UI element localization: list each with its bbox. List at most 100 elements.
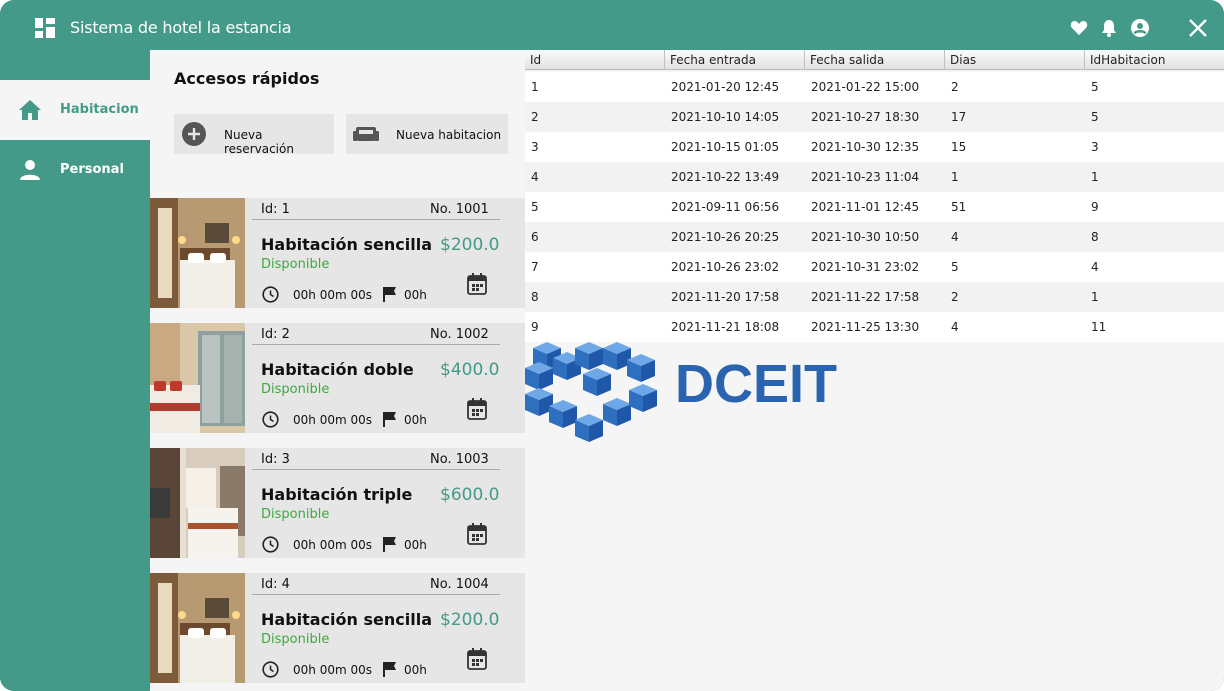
sofa-icon bbox=[352, 122, 380, 146]
table-cell: 1 bbox=[951, 170, 959, 184]
room-number: No. 1002 bbox=[430, 327, 489, 342]
dashboard-icon bbox=[35, 18, 55, 38]
room-timer: 00h 00m 00s bbox=[293, 663, 372, 677]
table-header: Id Fecha entrada Fecha salida Dias IdHab… bbox=[525, 50, 1224, 70]
close-icon[interactable] bbox=[1188, 18, 1208, 38]
table-cell: 2021-11-22 17:58 bbox=[811, 290, 920, 304]
room-timer: 00h 00m 00s bbox=[293, 538, 372, 552]
dceit-logo: DCEIT bbox=[525, 342, 865, 452]
sidebar-item-habitacion[interactable]: Habitacion bbox=[0, 80, 150, 140]
heart-icon[interactable] bbox=[1069, 18, 1089, 38]
table-row[interactable]: 3 2021-10-15 01:05 2021-10-30 12:35 15 3 bbox=[525, 132, 1224, 162]
sidebar-item-label: Personal bbox=[60, 162, 124, 177]
table-cell: 3 bbox=[531, 140, 539, 154]
table-cell: 2021-01-20 12:45 bbox=[671, 80, 780, 94]
left-panel: Accesos rápidos Nueva reservación Nueva … bbox=[150, 50, 525, 691]
room-status: Disponible bbox=[261, 507, 330, 522]
room-name: Habitación sencilla bbox=[261, 610, 432, 629]
table-cell: 1 bbox=[1091, 170, 1099, 184]
room-photo bbox=[150, 573, 245, 683]
clock-icon bbox=[262, 536, 279, 553]
room-price: $600.0 bbox=[440, 485, 500, 505]
room-hours: 00h bbox=[404, 413, 427, 427]
room-price: $200.0 bbox=[440, 235, 500, 255]
room-price: $400.0 bbox=[440, 360, 500, 380]
table-cell: 1 bbox=[531, 80, 539, 94]
clock-icon bbox=[262, 661, 279, 678]
table-cell: 15 bbox=[951, 140, 967, 154]
room-hours: 00h bbox=[404, 288, 427, 302]
room-price: $200.0 bbox=[440, 610, 500, 630]
table-cell: 2 bbox=[531, 110, 539, 124]
column-header[interactable]: Dias bbox=[945, 50, 1085, 70]
table-cell: 2021-10-26 20:25 bbox=[671, 230, 780, 244]
person-icon bbox=[18, 158, 42, 182]
column-header[interactable]: Id bbox=[525, 50, 665, 70]
flag-icon bbox=[382, 286, 397, 303]
table-row[interactable]: 4 2021-10-22 13:49 2021-10-23 11:04 1 1 bbox=[525, 162, 1224, 192]
table-row[interactable]: 1 2021-01-20 12:45 2021-01-22 15:00 2 5 bbox=[525, 72, 1224, 102]
table-cell: 1 bbox=[1091, 290, 1099, 304]
new-room-button[interactable]: Nueva habitacion bbox=[346, 114, 508, 154]
room-number: No. 1003 bbox=[430, 452, 489, 467]
room-hours: 00h bbox=[404, 538, 427, 552]
account-icon[interactable] bbox=[1130, 18, 1150, 38]
logo-text: DCEIT bbox=[675, 354, 837, 414]
new-reservation-label: Nueva reservación bbox=[224, 128, 294, 156]
sidebar: Habitacion Personal bbox=[0, 50, 150, 691]
column-header[interactable]: Fecha salida bbox=[805, 50, 945, 70]
table-cell: 9 bbox=[531, 320, 539, 334]
calendar-icon[interactable] bbox=[467, 648, 487, 670]
table-cell: 2021-09-11 06:56 bbox=[671, 200, 780, 214]
divider bbox=[252, 594, 500, 595]
calendar-icon[interactable] bbox=[467, 273, 487, 295]
divider bbox=[252, 344, 500, 345]
table-cell: 2021-10-27 18:30 bbox=[811, 110, 920, 124]
app-title: Sistema de hotel la estancia bbox=[70, 18, 292, 37]
room-hours: 00h bbox=[404, 663, 427, 677]
room-card[interactable]: Id: 3 No. 1003 Habitación triple $600.0 … bbox=[150, 448, 525, 558]
column-header[interactable]: IdHabitacion bbox=[1085, 50, 1224, 70]
table-cell: 4 bbox=[951, 230, 959, 244]
table-row[interactable]: 6 2021-10-26 20:25 2021-10-30 10:50 4 8 bbox=[525, 222, 1224, 252]
table-cell: 2021-11-21 18:08 bbox=[671, 320, 780, 334]
table-row[interactable]: 7 2021-10-26 23:02 2021-10-31 23:02 5 4 bbox=[525, 252, 1224, 282]
table-cell: 5 bbox=[1091, 80, 1099, 94]
home-icon bbox=[18, 98, 42, 122]
room-card[interactable]: Id: 2 No. 1002 Habitación doble $400.0 D… bbox=[150, 323, 525, 433]
room-name: Habitación triple bbox=[261, 485, 413, 504]
app-window: Sistema de hotel la estancia Habitacion … bbox=[0, 0, 1224, 691]
room-card[interactable]: Id: 1 No. 1001 Habitación sencilla $200.… bbox=[150, 198, 525, 308]
sidebar-item-personal[interactable]: Personal bbox=[0, 140, 150, 200]
room-status: Disponible bbox=[261, 632, 330, 647]
table-row[interactable]: 5 2021-09-11 06:56 2021-11-01 12:45 51 9 bbox=[525, 192, 1224, 222]
table-cell: 2021-10-22 13:49 bbox=[671, 170, 780, 184]
room-card[interactable]: Id: 4 No. 1004 Habitación sencilla $200.… bbox=[150, 573, 525, 683]
room-number: No. 1004 bbox=[430, 577, 489, 592]
divider bbox=[252, 469, 500, 470]
calendar-icon[interactable] bbox=[467, 523, 487, 545]
new-reservation-button[interactable]: Nueva reservación bbox=[174, 114, 334, 156]
table-cell: 6 bbox=[531, 230, 539, 244]
table-row[interactable]: 2 2021-10-10 14:05 2021-10-27 18:30 17 5 bbox=[525, 102, 1224, 132]
flag-icon bbox=[382, 661, 397, 678]
bell-icon[interactable] bbox=[1099, 18, 1119, 38]
calendar-icon[interactable] bbox=[467, 398, 487, 420]
table-cell: 7 bbox=[531, 260, 539, 274]
reservations-panel: Id Fecha entrada Fecha salida Dias IdHab… bbox=[525, 50, 1224, 691]
table-row[interactable]: 8 2021-11-20 17:58 2021-11-22 17:58 2 1 bbox=[525, 282, 1224, 312]
clock-icon bbox=[262, 286, 279, 303]
room-photo bbox=[150, 198, 245, 308]
table-cell: 8 bbox=[531, 290, 539, 304]
room-timer: 00h 00m 00s bbox=[293, 288, 372, 302]
table-cell: 4 bbox=[1091, 260, 1099, 274]
table-cell: 2021-10-23 11:04 bbox=[811, 170, 920, 184]
table-row[interactable]: 9 2021-11-21 18:08 2021-11-25 13:30 4 11 bbox=[525, 312, 1224, 342]
table-cell: 17 bbox=[951, 110, 967, 124]
sidebar-item-label: Habitacion bbox=[60, 102, 139, 117]
table-cell: 51 bbox=[951, 200, 967, 214]
column-header[interactable]: Fecha entrada bbox=[665, 50, 805, 70]
table-cell: 2021-10-31 23:02 bbox=[811, 260, 920, 274]
table-cell: 3 bbox=[1091, 140, 1099, 154]
table-cell: 2 bbox=[951, 80, 959, 94]
